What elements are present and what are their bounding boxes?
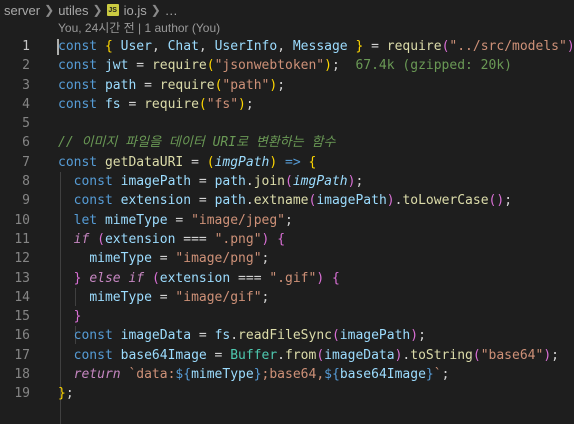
git-blame-codelens[interactable]: You, 24시간 전 | 1 author (You) [0,20,574,37]
line-number: 6 [22,135,30,151]
code-line[interactable]: 14 mimeType = "image/gif"; [0,288,574,307]
line-number: 3 [22,77,30,93]
breadcrumb-file[interactable]: io.js [124,3,147,18]
code-line[interactable]: 6 // 이미지 파일을 데이터 URI로 변환하는 함수 [0,133,574,152]
breadcrumb: server ❯ utiles ❯ JS io.js ❯ … [0,0,574,20]
line-number: 17 [14,347,30,363]
chevron-right-icon: ❯ [44,3,55,17]
line-number: 15 [14,309,30,325]
code-line[interactable]: 8 const imagePath = path.join(imgPath); [0,172,574,191]
code-line[interactable]: 10 let mimeType = "image/jpeg"; [0,211,574,230]
chevron-right-icon: ❯ [92,3,103,17]
code-line[interactable]: 7 const getDataURI = (imgPath) => { [0,153,574,172]
code-line[interactable]: 17 const base64Image = Buffer.from(image… [0,346,574,365]
breadcrumb-server[interactable]: server [4,3,40,18]
code-comment: // 이미지 파일을 데이터 URI로 변환하는 함수 [58,135,336,151]
line-number: 9 [22,193,30,209]
line-number: 12 [14,251,30,267]
line-number: 8 [22,174,30,190]
line-number: 18 [14,367,30,383]
code-line[interactable]: 12 mimeType = "image/png"; [0,249,574,268]
code-line[interactable]: 19}; [0,384,574,403]
chevron-right-icon: ❯ [150,3,161,17]
code-line[interactable]: 18 return `data:${mimeType};base64,${bas… [0,365,574,384]
import-cost-hint: 67.4k (gzipped: 20k) [355,58,512,74]
code-line[interactable]: 5 [0,114,574,133]
line-number: 2 [22,58,30,74]
line-number: 7 [22,154,30,170]
breadcrumb-utiles[interactable]: utiles [58,3,88,18]
line-number: 14 [14,289,30,305]
line-number: 4 [22,96,30,112]
code-editor[interactable]: 1 const { User, Chat, UserInfo, Message }… [0,37,574,424]
javascript-file-icon: JS [106,4,119,16]
line-number: 13 [14,270,30,286]
line-number: 19 [14,386,30,402]
code-line[interactable]: 9 const extension = path.extname(imagePa… [0,191,574,210]
line-number: 1 [22,39,30,54]
code-line[interactable]: 15 } [0,307,574,326]
breadcrumb-ellipsis[interactable]: … [165,3,178,18]
code-line[interactable]: 13 } else if (extension === ".gif") { [0,269,574,288]
line-number: 16 [14,328,30,344]
code-line[interactable]: 1 const { User, Chat, UserInfo, Message }… [0,37,574,56]
code-line[interactable]: 3 const path = require("path"); [0,76,574,95]
code-line[interactable]: 4 const fs = require("fs"); [0,95,574,114]
line-number: 5 [22,116,30,132]
code-line[interactable]: 2 const jwt = require("jsonwebtoken"); 67… [0,56,574,75]
code-line[interactable]: 11 if (extension === ".png") { [0,230,574,249]
code-line[interactable]: 16 const imageData = fs.readFileSync(ima… [0,326,574,345]
line-number: 11 [14,231,30,247]
line-number: 10 [14,212,30,228]
